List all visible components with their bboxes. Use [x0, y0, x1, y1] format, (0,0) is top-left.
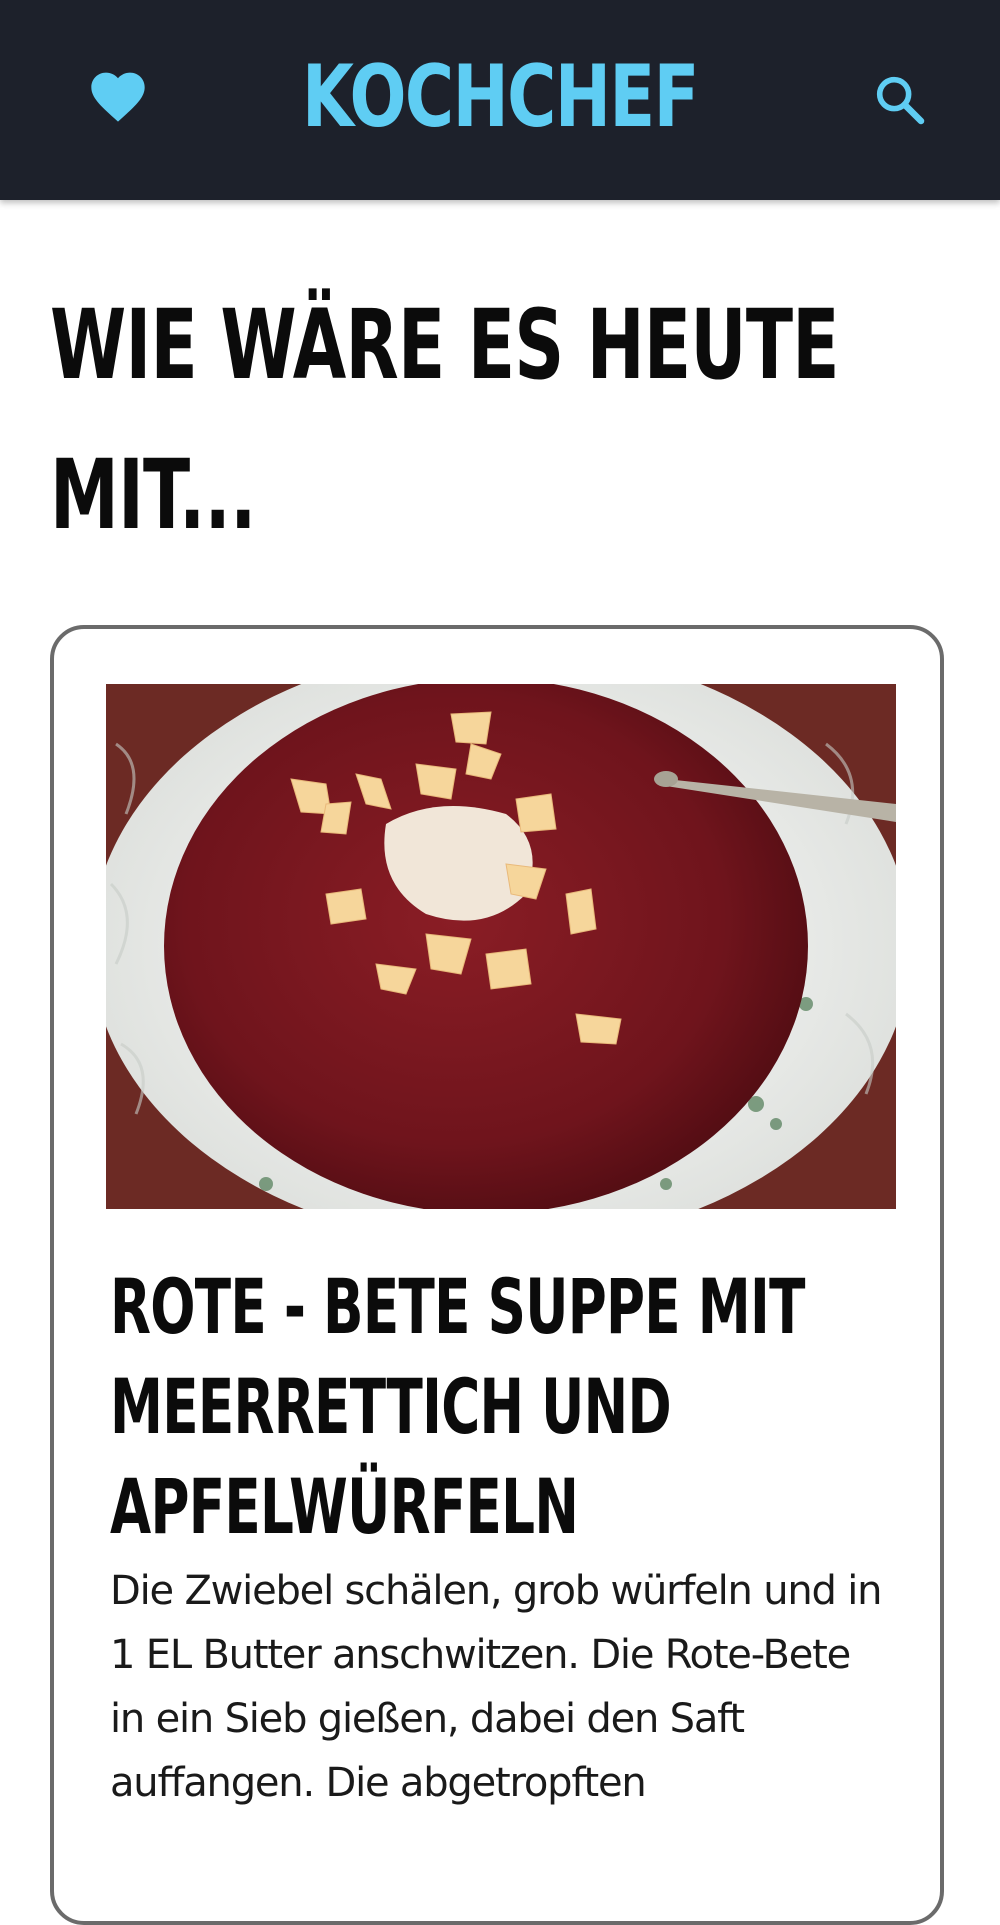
page-headline: WIE WÄRE ES HEUTE MIT...	[50, 289, 839, 551]
recipe-description: Die Zwiebel schälen, grob würfeln und in…	[110, 1568, 883, 1806]
recipe-card[interactable]: ROTE - BETE SUPPE MIT MEERRETTICH UND AP…	[50, 625, 944, 1925]
recipe-title[interactable]: ROTE - BETE SUPPE MIT MEERRETTICH UND AP…	[110, 1257, 866, 1557]
recipe-image[interactable]	[106, 684, 896, 1209]
beet-soup-photo	[106, 684, 896, 1209]
top-navigation-bar: KOCHCHEF	[0, 0, 1000, 200]
search-icon	[876, 76, 925, 125]
search-button[interactable]	[872, 72, 928, 128]
brand-logo-text[interactable]: KOCHCHEF	[110, 42, 890, 152]
